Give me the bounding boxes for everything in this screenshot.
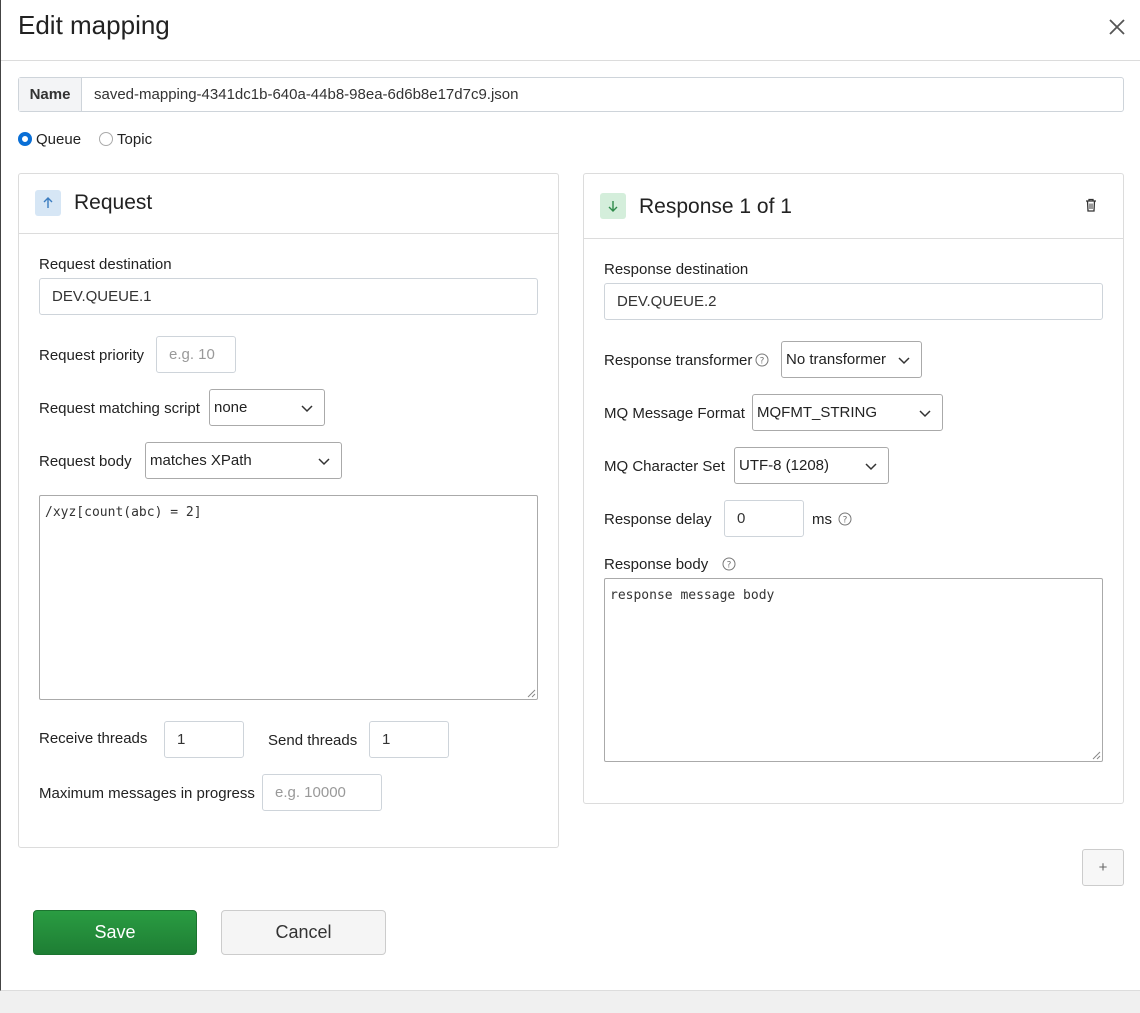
request-body-match-select[interactable]: matches XPath	[145, 442, 342, 479]
request-title: Request	[74, 191, 153, 214]
response-delay-unit: ms	[812, 511, 832, 528]
cancel-button[interactable]: Cancel	[221, 910, 386, 955]
arrow-down-icon	[600, 193, 626, 219]
mq-character-set-value: UTF-8 (1208)	[739, 457, 830, 474]
send-threads-label: Send threads	[268, 732, 358, 749]
queue-radio-option[interactable]: Queue	[18, 131, 81, 148]
response-destination-input[interactable]: DEV.QUEUE.2	[604, 283, 1103, 320]
response-title: Response 1 of 1	[639, 195, 792, 218]
chevron-down-icon	[919, 410, 931, 418]
response-transformer-label: Response transformer	[604, 352, 753, 369]
max-messages-label: Maximum messages in progress	[39, 785, 255, 802]
request-body-match-value: matches XPath	[150, 452, 252, 469]
chevron-down-icon	[865, 463, 877, 471]
add-response-button[interactable]: +	[1082, 849, 1124, 886]
resize-handle-icon[interactable]	[1091, 750, 1101, 760]
name-label: Name	[19, 78, 82, 111]
request-destination-label: Request destination	[39, 256, 172, 273]
svg-text:?: ?	[843, 516, 848, 526]
dialog-title: Edit mapping	[18, 10, 170, 40]
chevron-down-icon	[301, 405, 313, 413]
chevron-down-icon	[898, 357, 910, 365]
save-button[interactable]: Save	[33, 910, 197, 955]
edit-mapping-dialog: Edit mapping Name saved-mapping-4341dc1b…	[0, 0, 1140, 991]
close-icon[interactable]	[1104, 14, 1130, 40]
dialog-header: Edit mapping	[1, 0, 1140, 61]
response-body-label: Response body	[604, 556, 709, 573]
mq-character-set-select[interactable]: UTF-8 (1208)	[734, 447, 889, 484]
request-body-label: Request body	[39, 453, 132, 470]
response-panel: Response 1 of 1 Response destination DEV…	[583, 173, 1124, 804]
mq-message-format-value: MQFMT_STRING	[757, 404, 877, 421]
name-input[interactable]: saved-mapping-4341dc1b-640a-44b8-98ea-6d…	[82, 78, 1123, 111]
request-priority-input[interactable]: e.g. 10	[156, 336, 236, 373]
request-priority-label: Request priority	[39, 347, 145, 364]
response-transformer-value: No transformer	[786, 351, 887, 368]
response-delay-input[interactable]: 0	[724, 500, 804, 537]
trash-icon[interactable]	[1083, 197, 1099, 213]
response-destination-label: Response destination	[604, 261, 749, 278]
help-icon[interactable]: ?	[838, 512, 852, 526]
destination-type-radio-group: Queue Topic	[18, 130, 170, 148]
queue-radio[interactable]	[18, 132, 32, 146]
queue-radio-label: Queue	[36, 130, 82, 148]
request-matching-script-label: Request matching script	[39, 400, 200, 417]
response-body-textarea[interactable]: response message body	[604, 578, 1103, 762]
receive-threads-input[interactable]: 1	[164, 721, 244, 758]
svg-text:?: ?	[760, 357, 765, 367]
response-delay-label: Response delay	[604, 511, 712, 528]
topic-radio-label: Topic	[117, 130, 153, 148]
request-body-textarea[interactable]: /xyz[count(abc) = 2]	[39, 495, 538, 700]
arrow-up-icon	[35, 190, 61, 216]
mq-message-format-select[interactable]: MQFMT_STRING	[752, 394, 943, 431]
request-panel: Request Request destination DEV.QUEUE.1 …	[18, 173, 559, 848]
chevron-down-icon	[318, 458, 330, 466]
request-matching-script-select[interactable]: none	[209, 389, 325, 426]
request-destination-input[interactable]: DEV.QUEUE.1	[39, 278, 538, 315]
mq-character-set-label: MQ Character Set	[604, 458, 725, 475]
max-messages-input[interactable]: e.g. 10000	[262, 774, 382, 811]
svg-text:?: ?	[727, 561, 732, 571]
receive-threads-label: Receive threads	[39, 730, 148, 747]
topic-radio[interactable]	[99, 132, 114, 146]
request-panel-header: Request	[19, 174, 558, 234]
help-icon[interactable]: ?	[722, 557, 736, 571]
response-body-text: response message body	[610, 588, 775, 603]
request-body-text: /xyz[count(abc) = 2]	[45, 505, 202, 520]
mq-message-format-label: MQ Message Format	[604, 405, 745, 422]
send-threads-input[interactable]: 1	[369, 721, 449, 758]
response-panel-header: Response 1 of 1	[584, 174, 1123, 239]
topic-radio-option[interactable]: Topic	[99, 131, 152, 148]
help-icon[interactable]: ?	[755, 353, 769, 367]
request-matching-script-value: none	[214, 399, 248, 416]
name-field: Name saved-mapping-4341dc1b-640a-44b8-98…	[18, 77, 1124, 112]
response-transformer-select[interactable]: No transformer	[781, 341, 922, 378]
resize-handle-icon[interactable]	[526, 688, 536, 698]
